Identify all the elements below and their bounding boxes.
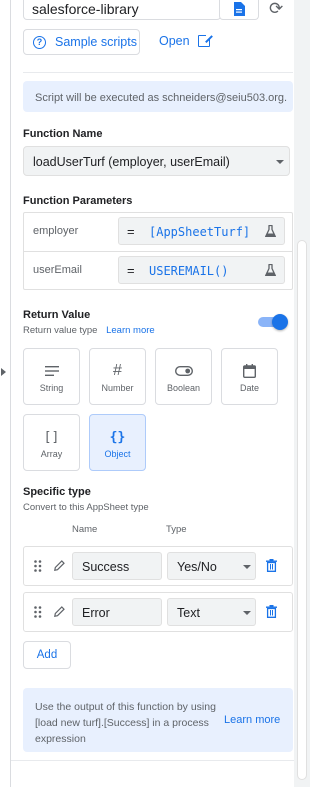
type-option-label: Number	[101, 383, 134, 393]
delete-icon[interactable]	[266, 559, 277, 572]
function-name-label: Function Name	[23, 128, 103, 140]
usage-info-banner: Use the output of this function by using…	[23, 688, 293, 752]
type-option-label: Array	[40, 449, 63, 459]
add-field-button[interactable]: Add	[23, 641, 71, 669]
field-name-input[interactable]: Error	[72, 598, 162, 626]
left-rail	[0, 0, 11, 787]
parameter-row: employer = [AppSheetTurf]	[24, 213, 292, 251]
open-link[interactable]: Open	[159, 33, 212, 48]
function-parameters-table: employer = [AppSheetTurf] userEmail = US…	[23, 212, 293, 290]
field-name-input[interactable]: Success	[72, 552, 162, 580]
type-option-array[interactable]: [] Array	[23, 414, 80, 471]
usage-info-text: Use the output of this function by using…	[35, 701, 216, 745]
function-config-panel: salesforce-library ⟳ ? Sample scripts Op…	[11, 0, 294, 787]
braces-icon: {}	[109, 429, 126, 445]
drag-handle-icon[interactable]	[34, 606, 42, 618]
specific-type-sublabel: Convert to this AppSheet type	[23, 502, 149, 513]
calendar-icon	[222, 363, 277, 379]
document-icon	[234, 1, 245, 16]
field-type-select[interactable]: Yes/No	[167, 552, 256, 580]
parameter-expression-field[interactable]: = [AppSheetTurf]	[118, 217, 285, 245]
external-link-icon	[197, 33, 212, 47]
toggle-knob	[272, 314, 288, 330]
parameter-name: employer	[33, 225, 79, 237]
parameter-expression[interactable]: USEREMAIL()	[149, 264, 228, 278]
field-row: Success Yes/No	[23, 546, 293, 586]
refresh-icon[interactable]: ⟳	[269, 0, 283, 19]
execution-info-text: Script will be executed as schneiders@se…	[35, 92, 288, 104]
type-option-object[interactable]: {} Object	[89, 414, 146, 471]
sample-scripts-label: Sample scripts	[55, 35, 137, 49]
learn-more-link[interactable]: Learn more	[106, 325, 155, 336]
return-value-type-text: Return value type	[23, 325, 98, 336]
type-option-label: String	[39, 383, 64, 393]
scrollbar[interactable]	[294, 0, 310, 787]
type-option-label: Boolean	[166, 383, 201, 393]
expand-arrow-icon[interactable]	[1, 368, 6, 376]
execution-info-banner: Script will be executed as schneiders@se…	[23, 81, 293, 112]
library-name-field[interactable]: salesforce-library	[23, 0, 221, 20]
specific-type-label: Specific type	[23, 486, 91, 498]
library-doc-button[interactable]	[219, 0, 259, 20]
type-option-label: Date	[239, 383, 259, 393]
function-parameters-label: Function Parameters	[23, 195, 133, 207]
field-row: Error Text	[23, 592, 293, 632]
scrollbar-thumb[interactable]	[297, 240, 307, 780]
return-value-label: Return Value	[23, 309, 91, 321]
open-label: Open	[159, 34, 190, 48]
equals-sign: =	[127, 263, 135, 278]
return-value-type-label: Return value type Learn more	[23, 325, 155, 336]
flask-icon[interactable]	[265, 264, 276, 276]
return-value-toggle[interactable]	[258, 314, 288, 330]
column-header-type: Type	[166, 524, 187, 535]
parameter-expression[interactable]: [AppSheetTurf]	[149, 225, 250, 239]
type-option-date[interactable]: Date	[221, 348, 278, 405]
sample-scripts-button[interactable]: ? Sample scripts	[23, 29, 140, 55]
bottom-divider	[11, 760, 294, 761]
parameter-row: userEmail = USEREMAIL()	[24, 251, 292, 289]
column-header-name: Name	[72, 524, 98, 535]
lines-icon	[24, 363, 79, 379]
pencil-icon[interactable]	[54, 560, 65, 571]
type-option-label: Object	[104, 449, 131, 459]
toggle-icon	[156, 363, 211, 379]
delete-icon[interactable]	[266, 605, 277, 618]
brackets-icon: []	[43, 429, 60, 445]
parameter-expression-field[interactable]: = USEREMAIL()	[118, 256, 285, 284]
hash-icon: #	[113, 362, 122, 379]
field-type-select[interactable]: Text	[167, 598, 256, 626]
field-type-value: Text	[177, 606, 200, 620]
function-name-select[interactable]: loadUserTurf (employer, userEmail)	[23, 146, 290, 176]
divider	[23, 72, 293, 73]
field-type-value: Yes/No	[177, 560, 217, 574]
help-icon: ?	[33, 35, 46, 49]
type-option-number[interactable]: # Number	[89, 348, 146, 405]
parameter-name: userEmail	[33, 264, 82, 276]
drag-handle-icon[interactable]	[34, 560, 42, 572]
function-name-value: loadUserTurf (employer, userEmail)	[33, 155, 230, 169]
type-option-string[interactable]: String	[23, 348, 80, 405]
pencil-icon[interactable]	[54, 606, 65, 617]
learn-more-link[interactable]: Learn more	[224, 714, 280, 726]
chevron-down-icon	[276, 160, 284, 164]
flask-icon[interactable]	[265, 225, 276, 237]
chevron-down-icon	[243, 611, 251, 615]
equals-sign: =	[127, 224, 135, 239]
type-option-boolean[interactable]: Boolean	[155, 348, 212, 405]
chevron-down-icon	[243, 565, 251, 569]
